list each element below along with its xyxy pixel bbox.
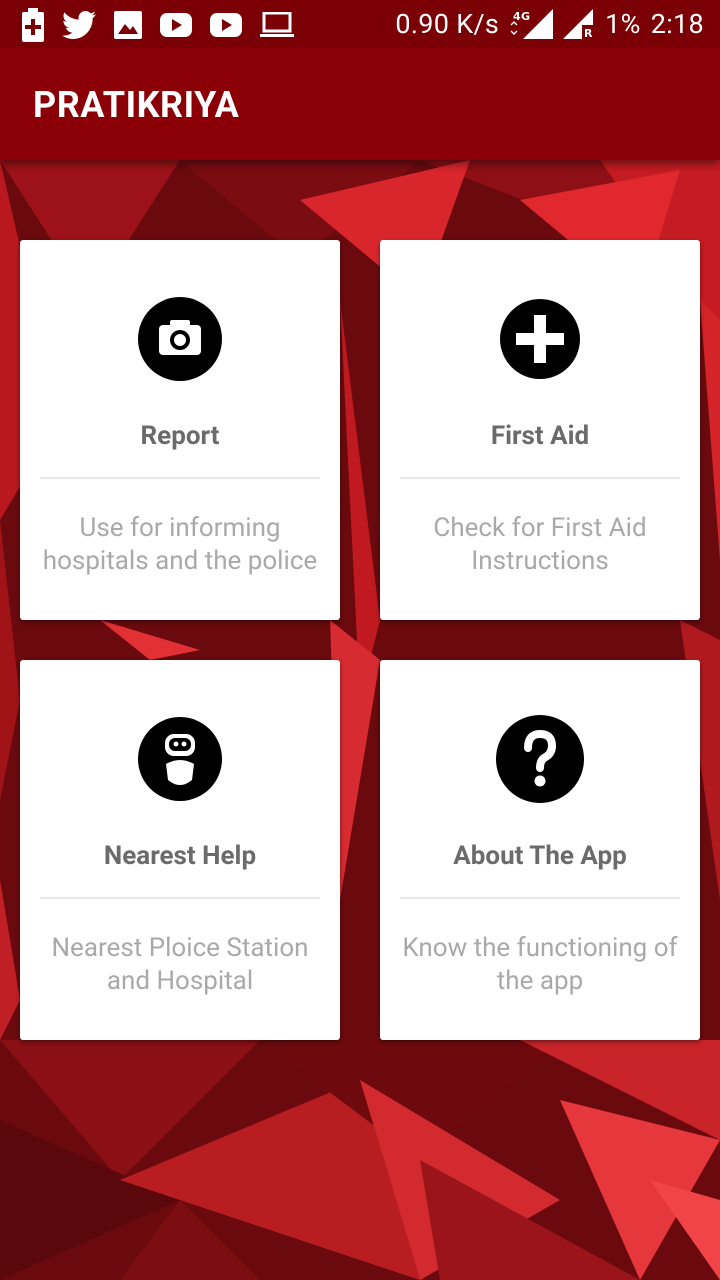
battery-percent: 1% <box>605 8 641 40</box>
youtube-icon <box>210 13 242 37</box>
robot-icon <box>135 714 225 804</box>
plus-icon <box>495 294 585 384</box>
divider <box>400 477 680 479</box>
notification-icons <box>22 8 294 42</box>
nearest-help-card[interactable]: Nearest Help Nearest Ploice Station and … <box>20 660 340 1040</box>
first-aid-description: Check for First Aid Instructions <box>433 513 647 576</box>
nearest-help-description: Nearest Ploice Station and Hospital <box>51 933 309 996</box>
youtube-icon <box>160 13 192 37</box>
divider <box>40 477 320 479</box>
first-aid-card[interactable]: First Aid Check for First Aid Instructio… <box>380 240 700 620</box>
divider <box>40 897 320 899</box>
about-title: About The App <box>453 841 627 871</box>
divider <box>400 897 680 899</box>
report-title: Report <box>140 421 220 451</box>
system-status: 0.90 K/s 4G R 1% 2:18 <box>395 6 704 42</box>
app-bar: PRATIKRIYA <box>0 48 720 160</box>
svg-text:R: R <box>584 27 593 39</box>
about-description: Know the functioning of the app <box>402 933 678 996</box>
gallery-icon <box>114 11 142 39</box>
app-title: PRATIKRIYA <box>33 84 240 126</box>
status-bar: 0.90 K/s 4G R 1% 2:18 <box>0 0 720 48</box>
battery-charging-icon <box>22 8 44 42</box>
report-description: Use for informing hospitals and the poli… <box>42 513 318 576</box>
report-card[interactable]: Report Use for informing hospitals and t… <box>20 240 340 620</box>
signal-roaming-icon: R <box>563 9 596 39</box>
svg-text:4G: 4G <box>513 10 530 23</box>
question-icon <box>495 714 585 804</box>
background-pattern <box>0 0 720 1280</box>
camera-icon <box>135 294 225 384</box>
twitter-icon <box>62 11 96 39</box>
about-card[interactable]: About The App Know the functioning of th… <box>380 660 700 1040</box>
clock: 2:18 <box>650 8 704 40</box>
signal-4g-icon: 4G <box>509 9 554 39</box>
network-speed: 0.90 K/s <box>395 8 500 40</box>
first-aid-title: First Aid <box>490 421 590 451</box>
laptop-icon <box>260 12 294 38</box>
nearest-help-title: Nearest Help <box>103 841 257 871</box>
